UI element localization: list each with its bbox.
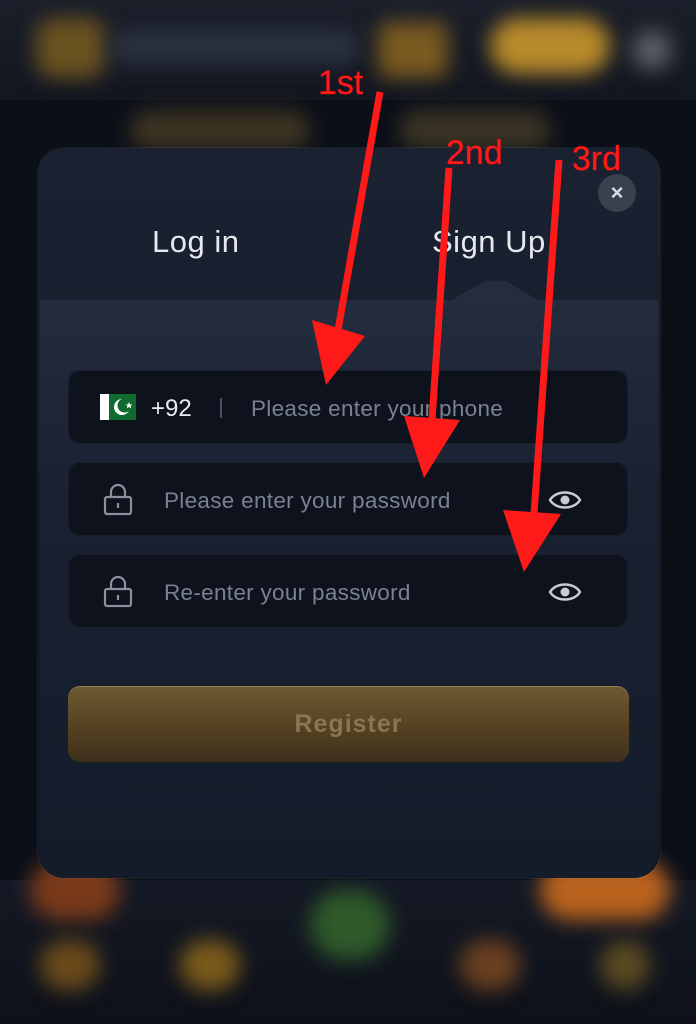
arrow-1 [334, 91, 384, 331]
arrowhead-3 [503, 510, 561, 572]
arrow-3 [530, 159, 563, 515]
annotation-first: 1st [318, 64, 364, 102]
arrowhead-2 [404, 416, 460, 478]
annotation-second: 2nd [446, 134, 503, 172]
annotation-third: 3rd [572, 140, 622, 178]
arrow-2 [428, 167, 453, 421]
arrowhead-1 [312, 320, 365, 385]
